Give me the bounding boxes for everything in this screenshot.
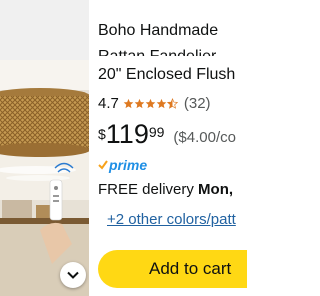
star-half-icon <box>166 97 178 109</box>
product-title-line1[interactable]: Boho Handmade <box>98 21 218 41</box>
add-to-cart-label: Add to cart <box>149 259 232 278</box>
price-dollars: 119 <box>105 119 149 149</box>
product-title-line3[interactable]: 20" Enclosed Flush <box>98 65 235 85</box>
other-colors-text[interactable]: +2 other colors/patt <box>107 211 236 228</box>
review-count[interactable]: (32) <box>184 95 211 112</box>
rating-row[interactable]: 4.7 (32) <box>98 93 211 113</box>
star-icon <box>156 98 167 108</box>
price: $ 119 99 ($4.00/co <box>98 119 236 153</box>
add-to-cart-button[interactable]: Add to cart <box>98 250 247 288</box>
delivery-prefix: FREE delivery <box>98 181 194 198</box>
unit-price: ($4.00/co <box>173 129 236 146</box>
star-icon <box>145 98 156 108</box>
delivery-date: Mon, <box>198 181 234 198</box>
star-icon <box>134 98 145 108</box>
fan-light-photo <box>0 0 89 296</box>
prime-label: prime <box>109 157 148 173</box>
star-rating <box>123 97 178 109</box>
expand-images-button[interactable] <box>60 262 86 288</box>
price-cents: 99 <box>148 124 165 140</box>
other-colors-link[interactable]: +2 other colors/patt <box>107 211 236 228</box>
prime-badge: prime <box>98 157 147 173</box>
chevron-down-icon <box>67 271 79 279</box>
price-symbol: $ <box>98 126 106 142</box>
rating-value: 4.7 <box>98 94 119 112</box>
check-icon <box>98 160 108 170</box>
product-info: Boho Handmade Rattan Fandelier 20" Enclo… <box>98 0 247 296</box>
star-icon <box>123 98 134 108</box>
product-image[interactable] <box>0 0 89 296</box>
product-title-line2[interactable]: Rattan Fandelier <box>98 47 216 56</box>
delivery-info: FREE delivery Mon, <box>98 181 233 198</box>
